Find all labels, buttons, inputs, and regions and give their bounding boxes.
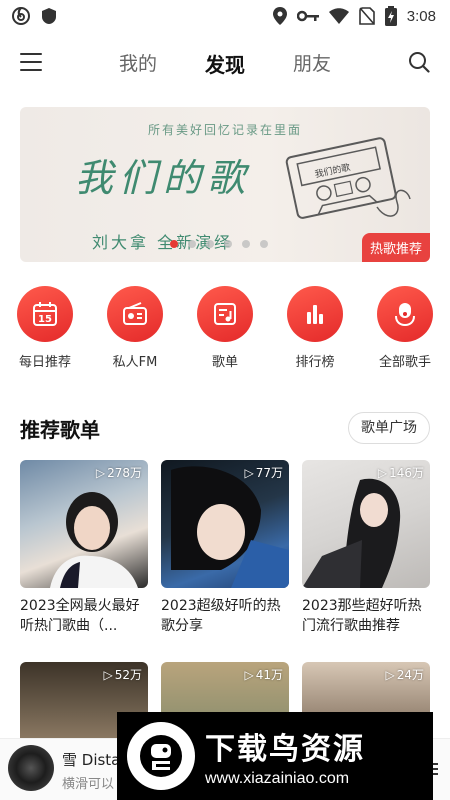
location-icon [272, 7, 287, 25]
cassette-label: 我们的歌 [314, 161, 352, 180]
quick-playlist[interactable]: 歌单 [180, 286, 270, 370]
mini-player-subtitle: 横滑可以 [62, 777, 115, 792]
watermark-name: 下载鸟资源 [205, 732, 365, 767]
playlist-title: 2023全网最火最好听热门歌曲（... [20, 598, 140, 634]
play-icon: ▷ [244, 667, 254, 682]
quick-all-singers[interactable]: 全部歌手 [360, 286, 450, 370]
playlist-icon [214, 303, 236, 325]
hot-songs-badge: 热歌推荐 [361, 233, 430, 262]
carousel-dot[interactable] [242, 240, 250, 248]
album-disc[interactable] [8, 745, 54, 791]
play-icon: ▷ [385, 667, 395, 682]
quick-daily-recommend[interactable]: 15 每日推荐 [0, 286, 90, 370]
key-icon [296, 10, 319, 22]
play-count: ▷ 278万 [95, 465, 142, 481]
battery-icon [384, 6, 397, 26]
playlist-title: 2023那些超好听热门流行歌曲推荐 [302, 598, 422, 634]
section-title-recommend: 推荐歌单 [20, 418, 100, 442]
quick-label: 排行榜 [295, 355, 335, 370]
bird-logo-icon [140, 735, 182, 777]
watermark: 下载鸟资源 www.xiazainiao.com [117, 712, 433, 800]
play-icon: ▷ [103, 667, 113, 682]
playlist-cover: ▷ 77万 [161, 460, 289, 588]
carousel-dot[interactable] [188, 240, 196, 248]
watermark-logo [127, 722, 195, 790]
quick-label: 全部歌手 [378, 355, 431, 370]
play-count: ▷ 77万 [244, 465, 283, 481]
quick-label: 每日推荐 [18, 355, 71, 370]
playlist-card[interactable]: ▷ 278万 2023全网最火最好听热门歌曲（... [20, 460, 148, 636]
playlist-card[interactable]: ▷ 77万 2023超级好听的热歌分享 [161, 460, 289, 636]
play-count: ▷ 146万 [377, 465, 424, 481]
play-count: ▷ 24万 [385, 667, 424, 683]
playlist-cover: ▷ 278万 [20, 460, 148, 588]
quick-label: 歌单 [211, 355, 238, 370]
quick-charts[interactable]: 排行榜 [270, 286, 360, 370]
status-bar: 3:08 [0, 0, 450, 32]
search-icon[interactable] [408, 51, 430, 73]
quick-entries: 15 每日推荐 私人FM 歌单 排行榜 全部歌手 [0, 286, 450, 376]
play-icon: ▷ [95, 465, 106, 480]
carousel-dot[interactable] [224, 240, 232, 248]
banner-carousel[interactable]: 所有美好回忆记录在里面 我们的歌 我们的歌 刘大拿 全新演绎 热歌推荐 [20, 107, 430, 262]
mini-player-title: 雪 Dista [62, 751, 121, 769]
playlist-card[interactable]: ▷ 146万 2023那些超好听热门流行歌曲推荐 [302, 460, 430, 636]
clock: 3:08 [406, 7, 436, 25]
wifi-icon [328, 8, 349, 24]
playlist-cover: ▷ 146万 [302, 460, 430, 588]
banner-title: 我们的歌 [75, 156, 252, 200]
radio-icon [123, 302, 147, 325]
quick-label: 私人FM [112, 355, 158, 370]
play-count: ▷ 41万 [244, 667, 283, 683]
netease-logo-icon [12, 7, 30, 25]
watermark-url: www.xiazainiao.com [205, 770, 350, 787]
shield-icon [42, 8, 56, 24]
quick-personal-fm[interactable]: 私人FM [90, 286, 180, 370]
tab-bar: 我的 发现 朋友 [0, 49, 450, 78]
chart-bars-icon [307, 305, 323, 324]
calendar-icon: 15 [33, 302, 57, 326]
playlist-title: 2023超级好听的热歌分享 [161, 598, 281, 634]
tab-friends[interactable]: 朋友 [293, 49, 331, 78]
play-icon: ▷ [377, 465, 388, 480]
carousel-dots [170, 240, 268, 248]
no-sim-icon [358, 7, 375, 25]
top-nav: 我的 发现 朋友 [0, 40, 450, 86]
calendar-day: 15 [38, 314, 52, 325]
tab-mine[interactable]: 我的 [119, 49, 157, 78]
play-count: ▷ 52万 [103, 667, 142, 683]
carousel-dot[interactable] [206, 240, 214, 248]
cassette-tape-icon: 我们的歌 [285, 137, 411, 219]
singer-icon [395, 303, 415, 327]
tab-discover[interactable]: 发现 [205, 49, 245, 78]
carousel-dot[interactable] [260, 240, 268, 248]
carousel-dot[interactable] [170, 240, 178, 248]
playlist-square-button[interactable]: 歌单广场 [348, 412, 430, 444]
play-icon: ▷ [244, 465, 254, 480]
